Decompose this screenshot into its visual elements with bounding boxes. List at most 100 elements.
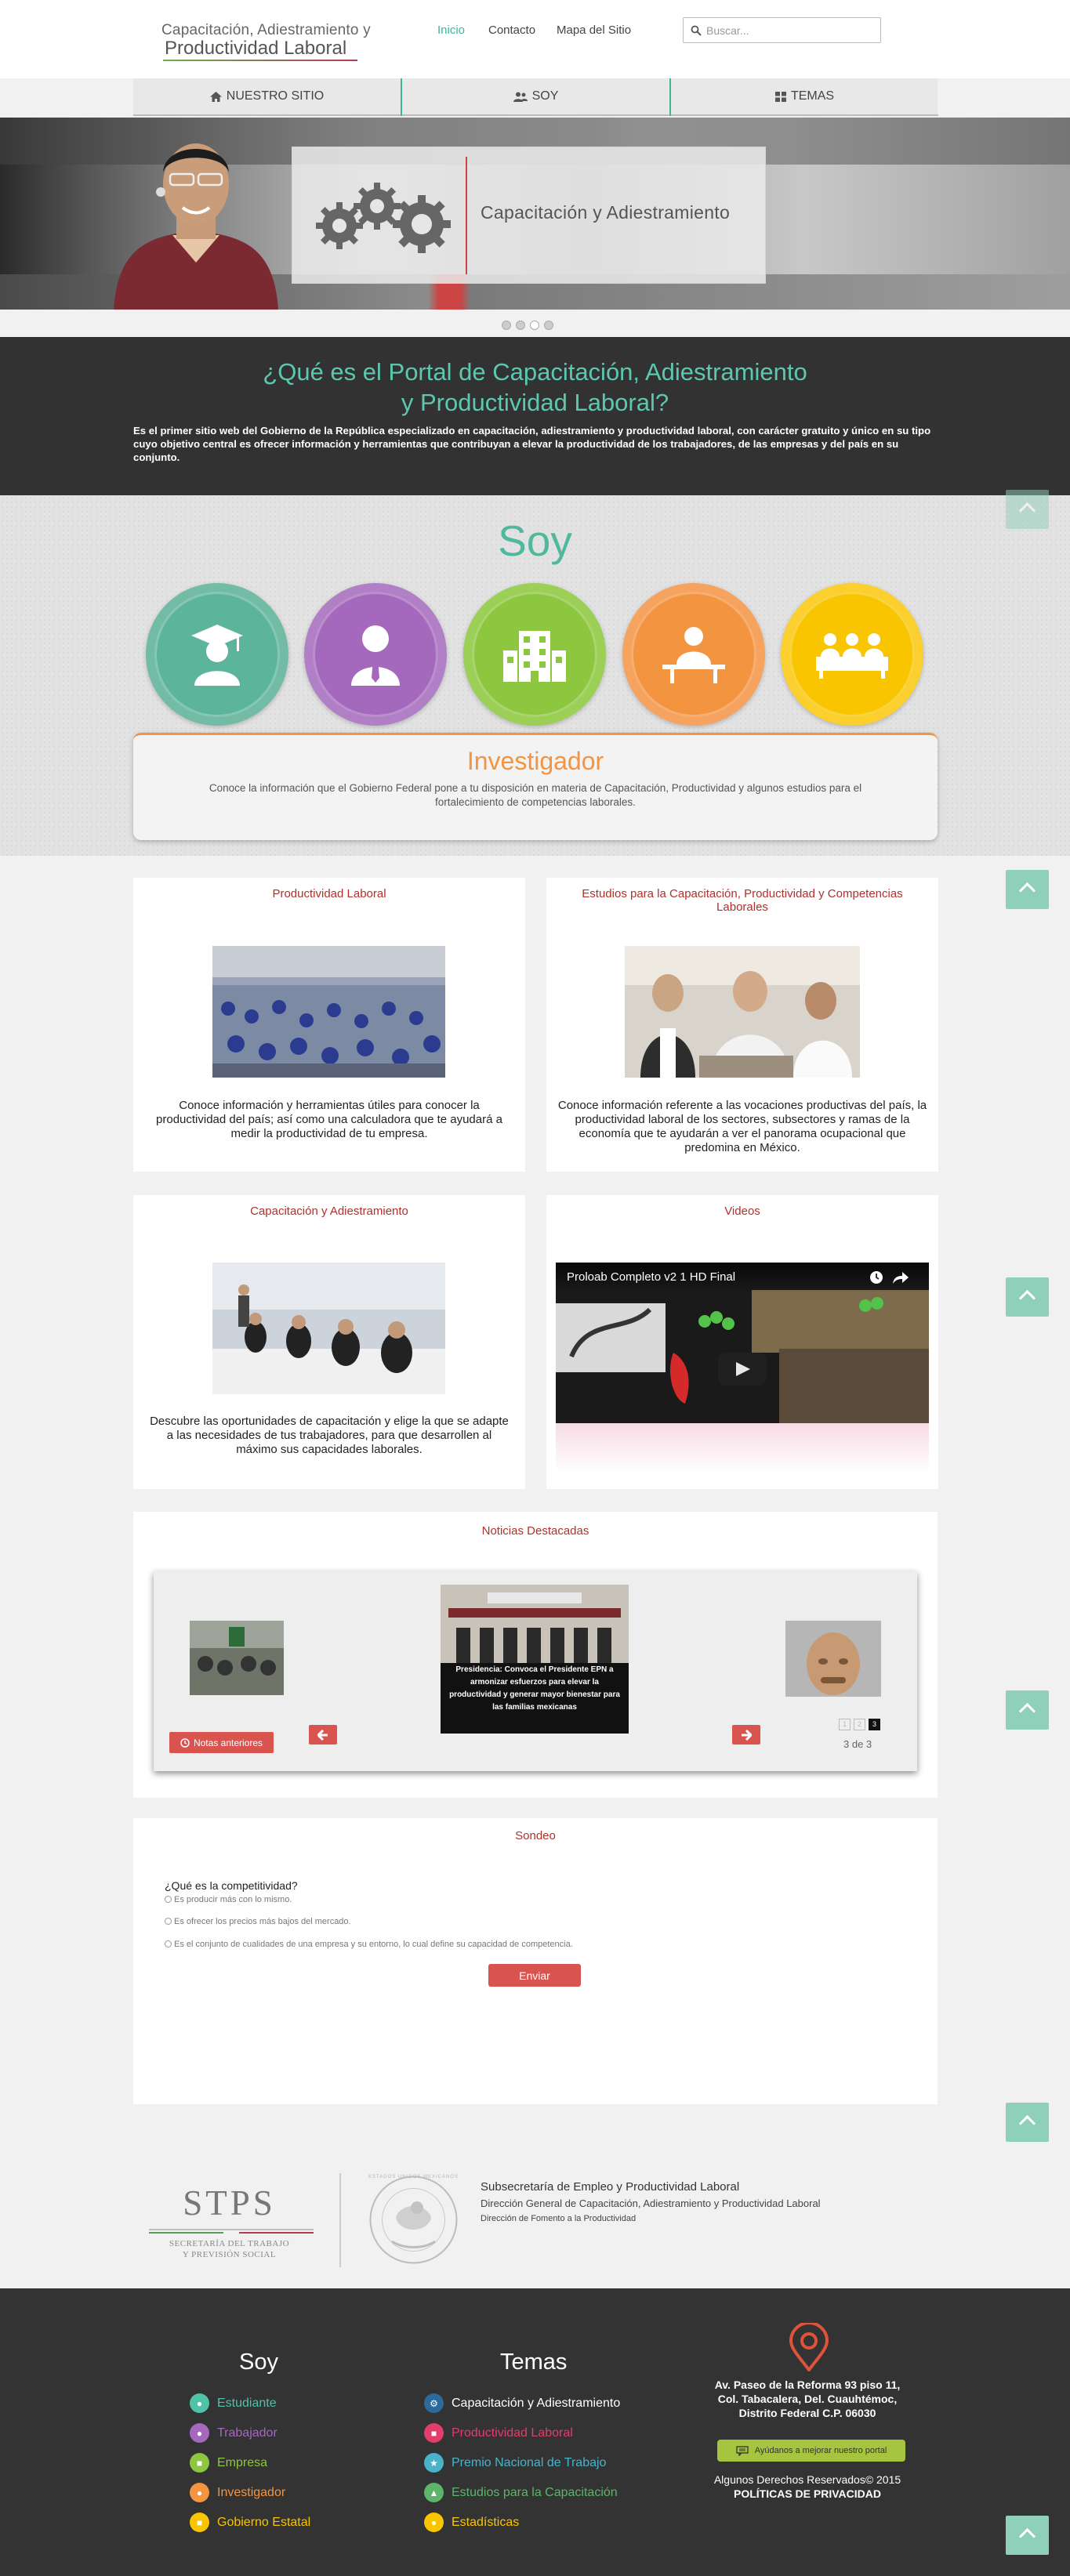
researcher-icon xyxy=(662,627,725,683)
page-1[interactable]: 1 xyxy=(839,1719,851,1730)
radio-button[interactable] xyxy=(165,1918,172,1925)
logo-divider xyxy=(339,2173,341,2267)
footer-link-premio[interactable]: ★ Premio Nacional de Trabajo xyxy=(424,2453,606,2473)
scroll-top-button[interactable] xyxy=(1006,2516,1049,2555)
footer-link-label: Trabajador xyxy=(217,2426,277,2440)
carousel-prev-button[interactable] xyxy=(309,1725,337,1745)
factory-workers-photo[interactable] xyxy=(212,946,445,1078)
carousel-next-button[interactable] xyxy=(732,1725,760,1745)
nav-mapa-del-sitio[interactable]: Mapa del Sitio xyxy=(557,24,631,37)
scroll-top-button[interactable] xyxy=(1006,1690,1049,1730)
scroll-top-button[interactable] xyxy=(1006,1277,1049,1317)
truck-icon: ■ xyxy=(424,2423,444,2443)
slide-dot-1[interactable] xyxy=(502,321,511,330)
training-room-photo[interactable] xyxy=(212,1263,445,1394)
card-title[interactable]: Videos xyxy=(546,1205,938,1218)
government-icon: ■ xyxy=(190,2513,209,2532)
chefs-photo[interactable] xyxy=(625,946,860,1078)
tab-nuestro-sitio[interactable]: NUESTRO SITIO xyxy=(133,78,401,116)
news-carousel: Presidencia: Convoca el Presidente EPN a… xyxy=(154,1571,917,1771)
play-button[interactable] xyxy=(718,1353,767,1386)
carousel-pagination: 1 2 3 xyxy=(839,1719,880,1730)
footer-link-trabajador[interactable]: ● Trabajador xyxy=(190,2423,277,2443)
footer-link-estudiante[interactable]: ● Estudiante xyxy=(190,2393,277,2413)
tab-soy[interactable]: SOY xyxy=(402,78,669,116)
poll-submit-button[interactable]: Enviar xyxy=(488,1964,581,1987)
chart-icon: ▲ xyxy=(424,2483,444,2502)
poll-option-1[interactable]: Es producir más con lo mismo. xyxy=(165,1895,292,1904)
award-icon: ★ xyxy=(424,2453,444,2473)
video-title[interactable]: Proloab Completo v2 1 HD Final xyxy=(567,1270,735,1284)
address-line: Distrito Federal C.P. 06030 xyxy=(738,2407,876,2419)
student-icon xyxy=(191,625,243,686)
footer-link-label: Investigador xyxy=(217,2485,286,2499)
site-logo-line1[interactable]: Capacitación, Adiestramiento y xyxy=(161,22,371,39)
footer-link-estudios[interactable]: ▲ Estudios para la Capacitación xyxy=(424,2483,618,2502)
previous-news-button[interactable]: Notas anteriores xyxy=(169,1732,274,1753)
footer-link-label: Empresa xyxy=(217,2455,268,2469)
scroll-top-button[interactable] xyxy=(1006,2103,1049,2142)
poll-option-3[interactable]: Es el conjunto de cualidades de una empr… xyxy=(165,1940,573,1949)
profile-empresa[interactable] xyxy=(463,583,606,726)
footer-link-label: Estadísticas xyxy=(452,2515,520,2529)
radio-button[interactable] xyxy=(165,1940,172,1947)
share-icon[interactable] xyxy=(893,1270,909,1284)
page-3[interactable]: 3 xyxy=(869,1719,880,1730)
institution-line3: Dirección de Fomento a la Productividad xyxy=(481,2214,637,2223)
video-player[interactable]: Proloab Completo v2 1 HD Final xyxy=(556,1263,929,1473)
profile-trabajador[interactable] xyxy=(304,583,447,726)
feedback-button[interactable]: Ayúdanos a mejorar nuestro portal xyxy=(717,2440,905,2462)
clock-icon[interactable] xyxy=(869,1270,883,1284)
profile-estudiante[interactable] xyxy=(146,583,288,726)
caption-divider xyxy=(466,157,467,274)
footer-temas-title: Temas xyxy=(500,2350,568,2375)
news-thumb-prev[interactable] xyxy=(190,1621,284,1695)
footer-rights: Algunos Derechos Reservados© 2015 POLÍTI… xyxy=(690,2473,925,2501)
profile-investigador[interactable] xyxy=(622,583,765,726)
site-logo-line2[interactable]: Productividad Laboral xyxy=(165,38,346,60)
intro-title-line2: y Productividad Laboral? xyxy=(401,389,669,416)
search-input[interactable]: Buscar... xyxy=(683,17,881,43)
top-header xyxy=(0,0,1070,78)
student-icon: ● xyxy=(190,2393,209,2413)
footer-link-label: Estudios para la Capacitación xyxy=(452,2485,618,2499)
footer-link-estadisticas[interactable]: ● Estadísticas xyxy=(424,2513,519,2532)
poll-option-label: Es ofrecer los precios más bajos del mer… xyxy=(174,1917,351,1926)
news-thumb-next[interactable] xyxy=(785,1621,881,1697)
previous-news-label: Notas anteriores xyxy=(193,1737,263,1748)
slide-dot-3[interactable] xyxy=(530,321,539,330)
privacy-policy-link[interactable]: POLÍTICAS DE PRIVACIDAD xyxy=(690,2487,925,2501)
footer-link-label: Estudiante xyxy=(217,2396,277,2410)
footer-link-capacitacion[interactable]: ⚙ Capacitación y Adiestramiento xyxy=(424,2393,620,2413)
profile-detail-title: Investigador xyxy=(466,747,604,775)
address-line: Col. Tabacalera, Del. Cuauhtémoc, xyxy=(717,2393,898,2405)
tab-label: NUESTRO SITIO xyxy=(226,89,325,103)
worker-icon: ● xyxy=(190,2423,209,2443)
radio-button[interactable] xyxy=(165,1896,172,1903)
tab-temas[interactable]: TEMAS xyxy=(671,78,938,116)
slide-dot-4[interactable] xyxy=(544,321,553,330)
card-title[interactable]: Estudios para la Capacitación, Productiv… xyxy=(578,887,907,914)
users-icon xyxy=(513,92,528,102)
card-text: Descubre las oportunidades de capacitaci… xyxy=(150,1415,509,1456)
hero-caption: Capacitación y Adiestramiento xyxy=(481,202,731,223)
footer-link-label: Productividad Laboral xyxy=(452,2426,573,2440)
footer-link-investigador[interactable]: ● Investigador xyxy=(190,2483,285,2502)
nav-contacto[interactable]: Contacto xyxy=(488,24,535,37)
news-caption[interactable]: Presidencia: Convoca el Presidente EPN a… xyxy=(444,1664,626,1714)
poll-option-label: Es producir más con lo mismo. xyxy=(174,1895,292,1904)
card-title[interactable]: Productividad Laboral xyxy=(133,887,525,900)
scroll-top-button[interactable] xyxy=(1006,870,1049,909)
slide-dot-2[interactable] xyxy=(516,321,525,330)
footer-link-gobierno-estatal[interactable]: ■ Gobierno Estatal xyxy=(190,2513,310,2532)
page-2[interactable]: 2 xyxy=(854,1719,865,1730)
footer-link-empresa[interactable]: ■ Empresa xyxy=(190,2453,267,2473)
comment-icon xyxy=(736,2445,749,2456)
profile-gobierno-estatal[interactable] xyxy=(781,583,923,726)
stps-subtitle-2: Y PREVISIÓN SOCIAL xyxy=(182,2250,277,2259)
hero-caption-box[interactable]: Capacitación y Adiestramiento xyxy=(292,147,766,284)
footer-link-productividad[interactable]: ■ Productividad Laboral xyxy=(424,2423,573,2443)
nav-inicio[interactable]: Inicio xyxy=(437,24,465,37)
poll-option-2[interactable]: Es ofrecer los precios más bajos del mer… xyxy=(165,1917,351,1926)
card-title[interactable]: Capacitación y Adiestramiento xyxy=(133,1205,525,1218)
